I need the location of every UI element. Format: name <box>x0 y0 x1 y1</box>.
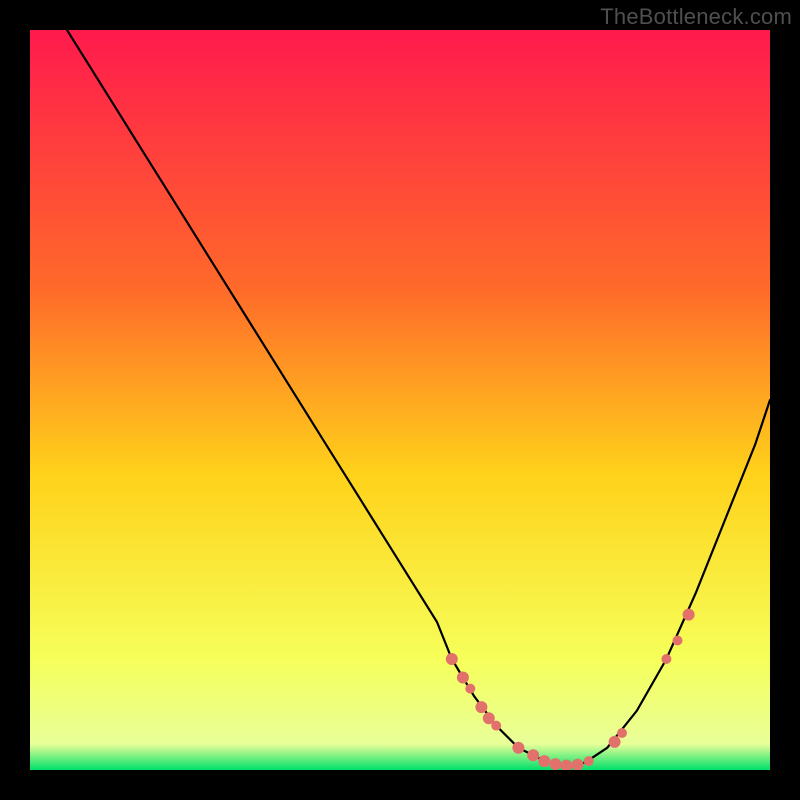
gradient-background <box>30 30 770 770</box>
chart-frame: TheBottleneck.com <box>0 0 800 800</box>
plot-area <box>30 30 770 770</box>
data-marker <box>673 636 683 646</box>
data-marker <box>457 672 469 684</box>
watermark-label: TheBottleneck.com <box>600 4 792 30</box>
data-marker <box>617 728 627 738</box>
data-marker <box>584 756 594 766</box>
data-marker <box>475 701 487 713</box>
data-marker <box>446 653 458 665</box>
data-marker <box>465 684 475 694</box>
data-marker <box>538 755 550 767</box>
bottleneck-chart <box>30 30 770 770</box>
data-marker <box>609 736 621 748</box>
data-marker <box>491 721 501 731</box>
data-marker <box>512 742 524 754</box>
data-marker <box>527 749 539 761</box>
data-marker <box>661 654 671 664</box>
data-marker <box>683 609 695 621</box>
data-marker <box>549 758 561 770</box>
